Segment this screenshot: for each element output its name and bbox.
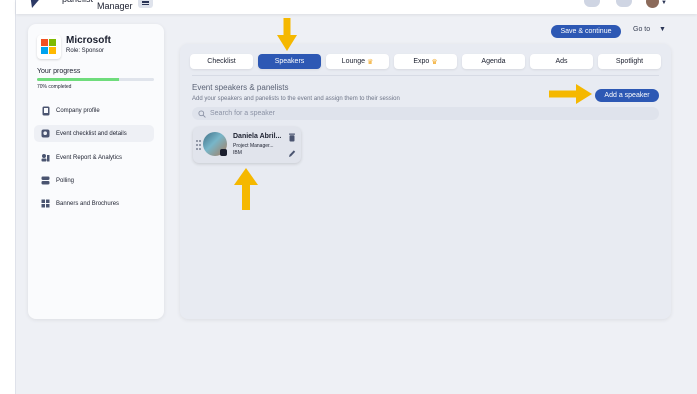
- phone-icon: [41, 106, 50, 115]
- crown-icon: ♛: [431, 58, 438, 66]
- left-strip: [0, 0, 16, 394]
- tab-label: Speakers: [274, 58, 305, 65]
- pencil-icon[interactable]: [288, 149, 296, 158]
- sidebar-item-company-profile[interactable]: Company profile: [34, 102, 154, 119]
- sidebar-item-label: Polling: [56, 177, 75, 184]
- tab-speakers[interactable]: Speakers: [258, 54, 321, 69]
- account-chevron-down-icon[interactable]: ▼: [661, 0, 667, 6]
- company-name: Microsoft: [66, 35, 111, 46]
- camera-icon: [220, 149, 227, 156]
- search-input[interactable]: Search for a speaker: [192, 107, 659, 120]
- arrow-right-icon: [549, 84, 592, 104]
- menu-icon[interactable]: [138, 0, 153, 8]
- search-placeholder: Search for a speaker: [210, 110, 275, 117]
- tab-label: Checklist: [207, 58, 236, 65]
- trash-icon[interactable]: [288, 133, 296, 142]
- company-role: Role: Sponsor: [66, 48, 105, 54]
- goto-chevron-down-icon[interactable]: ▼: [659, 26, 666, 33]
- progress-fill: [37, 78, 119, 81]
- sidebar-item-event-checklist[interactable]: Event checklist and details: [34, 125, 154, 142]
- tab-label: Ads: [555, 58, 568, 65]
- sidebar-item-polling[interactable]: Polling: [34, 172, 154, 189]
- goto-dropdown[interactable]: Go to: [633, 26, 650, 33]
- sidebar-item-banners[interactable]: Banners and Brochures: [34, 195, 154, 212]
- progress-note: 70% completed: [37, 84, 72, 90]
- banners-icon: [41, 199, 50, 208]
- tab-lounge[interactable]: Lounge ♛: [326, 54, 389, 69]
- tabs-divider: [192, 75, 659, 76]
- brand-top-text: panelist: [62, 0, 93, 4]
- section-subtitle: Add your speakers and panelists to the e…: [192, 96, 400, 102]
- speaker-card[interactable]: Daniela Abril... Project Manager... IBM: [193, 127, 301, 163]
- brand-name: Manager: [97, 1, 133, 11]
- brand-logo-icon[interactable]: [26, 0, 48, 8]
- tab-ads[interactable]: Ads: [530, 54, 593, 69]
- tab-spotlight[interactable]: Spotlight: [598, 54, 661, 69]
- tab-label: Spotlight: [615, 58, 644, 65]
- arrow-up-icon: [234, 168, 258, 210]
- microsoft-logo: [37, 35, 61, 59]
- sidebar-item-event-report[interactable]: Event Report & Analytics: [34, 149, 154, 166]
- arrow-down-icon: [277, 18, 297, 51]
- sidebar-item-label: Company profile: [56, 107, 100, 114]
- sidebar-item-label: Event checklist and details: [56, 130, 127, 137]
- save-continue-button[interactable]: Save & continue: [551, 25, 621, 38]
- tab-label: Expo: [413, 58, 430, 65]
- add-speaker-button[interactable]: Add a speaker: [595, 89, 659, 102]
- progress-bar: [37, 78, 154, 81]
- sidebar-item-label: Banners and Brochures: [56, 200, 120, 207]
- tab-label: Agenda: [481, 58, 506, 65]
- speaker-name: Daniela Abril...: [233, 133, 282, 140]
- tab-expo[interactable]: Expo ♛: [394, 54, 457, 69]
- drag-handle-icon[interactable]: [196, 140, 201, 151]
- analytics-icon: [41, 153, 50, 162]
- polling-icon: [41, 176, 50, 185]
- speaker-company: IBM: [233, 150, 242, 156]
- search-icon: [198, 105, 206, 123]
- progress-label: Your progress: [37, 68, 81, 75]
- tab-label: Lounge: [341, 58, 366, 65]
- tab-agenda[interactable]: Agenda: [462, 54, 525, 69]
- tab-checklist[interactable]: Checklist: [190, 54, 253, 69]
- crown-icon: ♛: [367, 58, 374, 66]
- sidebar-item-label: Event Report & Analytics: [56, 154, 123, 161]
- section-title: Event speakers & panelists: [192, 83, 289, 92]
- checklist-icon: [41, 129, 50, 138]
- speaker-title: Project Manager...: [233, 143, 274, 149]
